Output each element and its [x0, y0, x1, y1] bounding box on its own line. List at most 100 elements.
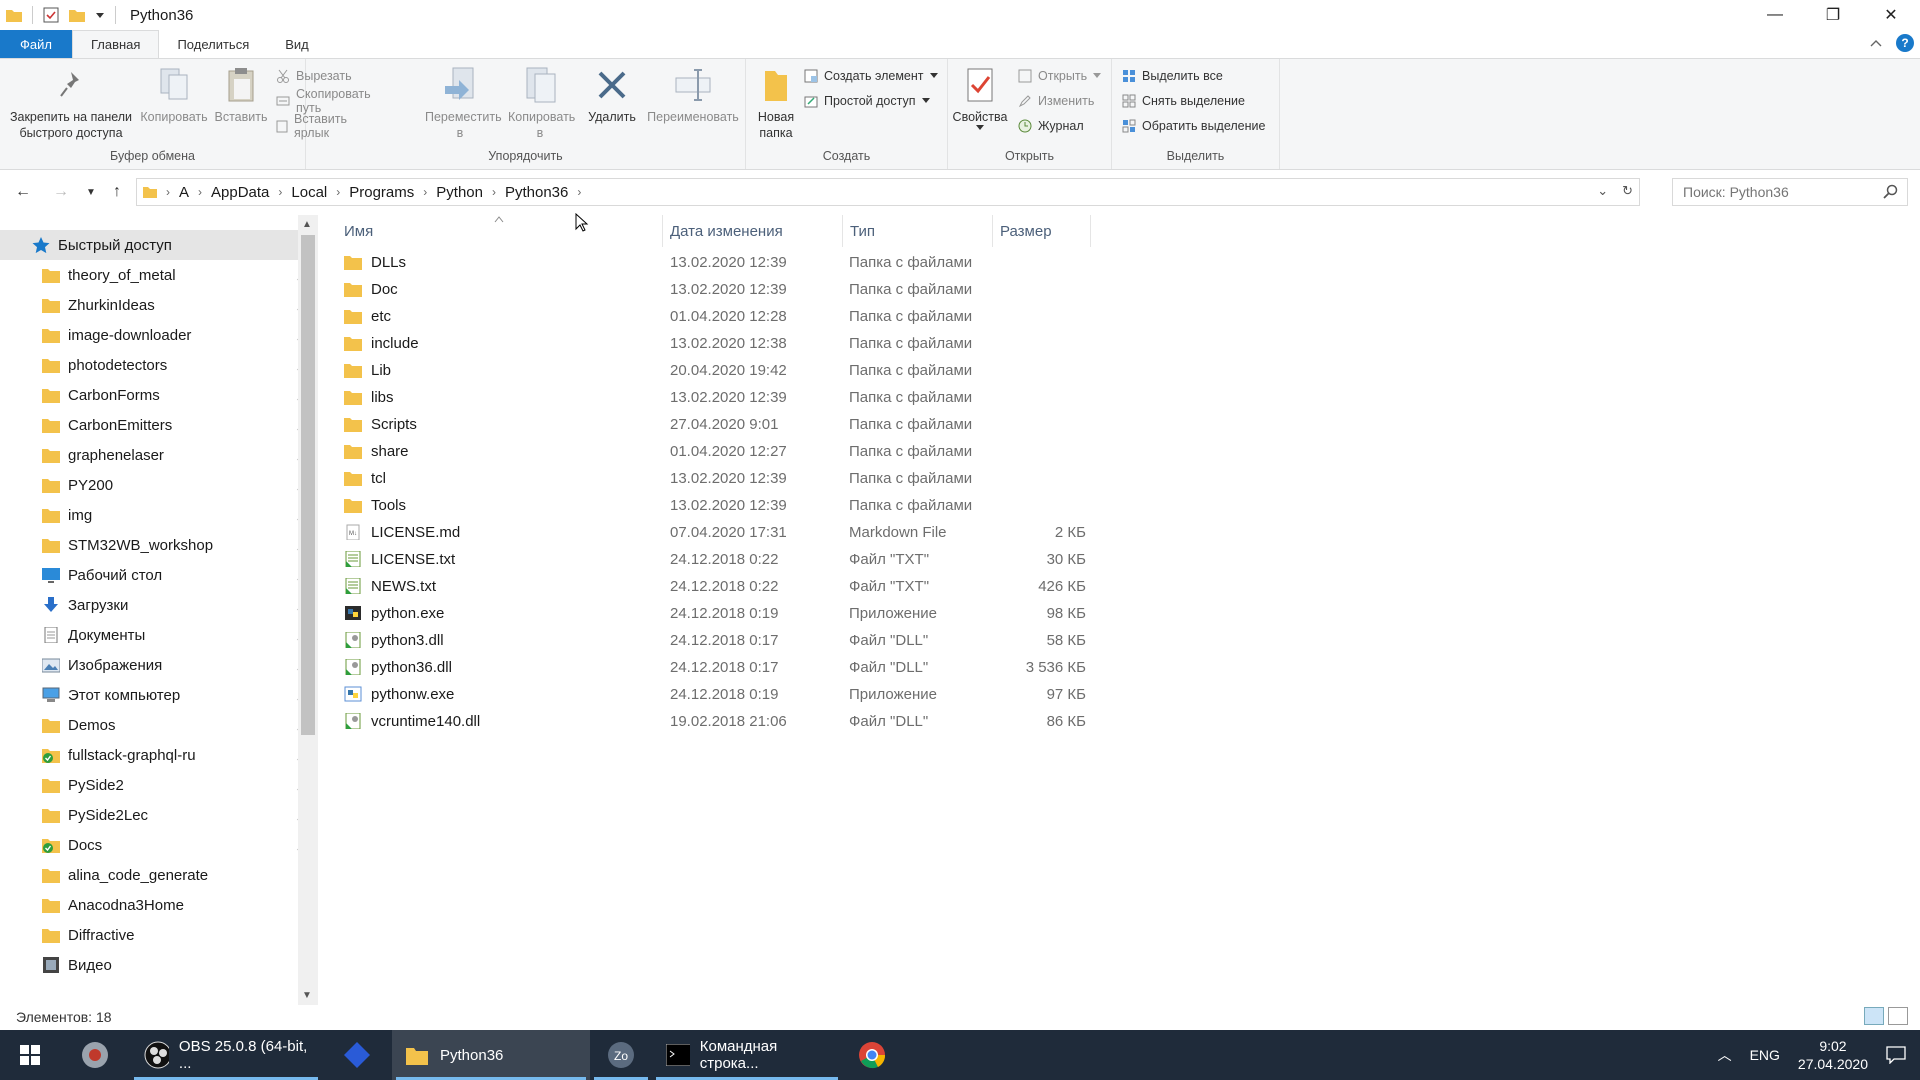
notifications-icon[interactable]	[1886, 1046, 1906, 1064]
sidebar-item[interactable]: ZhurkinIdeas📌	[0, 290, 318, 320]
table-row[interactable]: share 01.04.2020 12:27 Папка с файлами	[344, 438, 1424, 465]
scroll-up-icon[interactable]: ▲	[302, 219, 312, 230]
refresh-icon[interactable]: ↻	[1622, 183, 1633, 199]
nav-scrollbar[interactable]: ▲ ▼	[298, 215, 318, 1005]
table-row[interactable]: python3.dll 24.12.2018 0:17 Файл "DLL" 58 К…	[344, 627, 1424, 654]
table-row[interactable]: Lib 20.04.2020 19:42 Папка с файлами	[344, 357, 1424, 384]
sidebar-item[interactable]: CarbonEmitters📌	[0, 410, 318, 440]
sidebar-item[interactable]: fullstack-graphql-ru📌	[0, 740, 318, 770]
tab-home[interactable]: Главная	[71, 30, 160, 58]
pin-quick-access-button[interactable]: Закрепить на панели быстрого доступа	[6, 65, 136, 141]
table-row[interactable]: Scripts 27.04.2020 9:01 Папка с файлами	[344, 411, 1424, 438]
help-icon[interactable]: ?	[1896, 34, 1914, 52]
easy-access-button[interactable]: Простой доступ	[804, 90, 930, 112]
table-row[interactable]: LICENSE.txt 24.12.2018 0:22 Файл "TXT" 30 К…	[344, 546, 1424, 573]
address-bar[interactable]: › A › AppData › Local › Programs › Pytho…	[136, 178, 1640, 206]
table-row[interactable]: tcl 13.02.2020 12:39 Папка с файлами	[344, 465, 1424, 492]
forward-button[interactable]: →	[50, 181, 72, 203]
sidebar-item[interactable]: alina_code_generate	[0, 860, 318, 890]
sidebar-item[interactable]: Demos📌	[0, 710, 318, 740]
restore-button[interactable]: ❐	[1804, 0, 1862, 30]
back-button[interactable]: ←	[12, 181, 34, 203]
taskbar-cmd-button[interactable]: Командная строка...	[652, 1030, 842, 1080]
tab-share[interactable]: Поделиться	[159, 30, 267, 58]
scroll-down-icon[interactable]: ▼	[302, 990, 312, 1001]
tray-chevron-up-icon[interactable]: ︿	[1718, 1045, 1732, 1065]
new-item-button[interactable]: Создать элемент	[804, 65, 938, 87]
chevron-right-icon[interactable]: ›	[489, 185, 499, 199]
table-row[interactable]: vcruntime140.dll 19.02.2018 21:06 Файл "DL…	[344, 708, 1424, 735]
taskbar-zoom-button[interactable]: Zo	[590, 1030, 652, 1080]
table-row[interactable]: M↓ LICENSE.md 07.04.2020 17:31 Markdown Fil…	[344, 519, 1424, 546]
sidebar-item[interactable]: Видео	[0, 950, 318, 980]
sidebar-item[interactable]: Anacodna3Home	[0, 890, 318, 920]
search-box[interactable]	[1672, 178, 1908, 206]
sidebar-item[interactable]: Документы📌	[0, 620, 318, 650]
breadcrumb-item[interactable]: Python36	[499, 184, 574, 201]
properties-button[interactable]: Свойства	[952, 65, 1008, 131]
sidebar-item[interactable]: Diffractive	[0, 920, 318, 950]
sidebar-item[interactable]: Быстрый доступ	[0, 230, 318, 260]
table-row[interactable]: DLLs 13.02.2020 12:39 Папка с файлами	[344, 249, 1424, 276]
new-folder-icon[interactable]	[69, 8, 85, 22]
table-row[interactable]: include 13.02.2020 12:38 Папка с файлами	[344, 330, 1424, 357]
details-view-button[interactable]	[1864, 1007, 1884, 1025]
search-input[interactable]	[1683, 184, 1873, 200]
tab-view[interactable]: Вид	[267, 30, 327, 58]
minimize-button[interactable]: —	[1746, 0, 1804, 30]
sidebar-item[interactable]: Docs📌	[0, 830, 318, 860]
select-none-button[interactable]: Снять выделение	[1122, 90, 1245, 112]
start-button[interactable]	[0, 1030, 60, 1080]
tab-file[interactable]: Файл	[0, 30, 72, 58]
table-row[interactable]: pythonw.exe 24.12.2018 0:19 Приложение 97 К…	[344, 681, 1424, 708]
qat-dropdown-icon[interactable]	[95, 10, 105, 20]
chevron-right-icon[interactable]: ›	[195, 185, 205, 199]
sidebar-item[interactable]: Этот компьютер📌	[0, 680, 318, 710]
column-divider[interactable]	[662, 215, 663, 247]
close-button[interactable]: ✕	[1862, 0, 1920, 30]
taskbar-chrome-button[interactable]	[842, 1030, 902, 1080]
chevron-right-icon[interactable]: ›	[333, 185, 343, 199]
invert-selection-button[interactable]: Обратить выделение	[1122, 115, 1265, 137]
scroll-thumb[interactable]	[301, 235, 315, 735]
sidebar-item[interactable]: Изображения📌	[0, 650, 318, 680]
collapse-ribbon-icon[interactable]	[1870, 38, 1882, 48]
sidebar-item[interactable]: PY200📌	[0, 470, 318, 500]
address-dropdown-icon[interactable]: ⌄	[1597, 183, 1608, 199]
breadcrumb-item[interactable]: Python	[430, 184, 489, 201]
delete-button[interactable]: Удалить	[584, 65, 640, 125]
sidebar-item[interactable]: PySide2Lec📌	[0, 800, 318, 830]
taskbar-app-button[interactable]	[322, 1030, 392, 1080]
table-row[interactable]: etc 01.04.2020 12:28 Папка с файлами	[344, 303, 1424, 330]
taskbar-obs-button[interactable]: OBS 25.0.8 (64-bit, ...	[130, 1030, 322, 1080]
sidebar-item[interactable]: STM32WB_workshop📌	[0, 530, 318, 560]
sidebar-item[interactable]: photodetectors📌	[0, 350, 318, 380]
chevron-right-icon[interactable]: ›	[420, 185, 430, 199]
sidebar-item[interactable]: image-downloader📌	[0, 320, 318, 350]
sidebar-item[interactable]: CarbonForms📌	[0, 380, 318, 410]
rename-button[interactable]: Переименовать	[640, 65, 746, 125]
move-to-button[interactable]: Переместить в	[420, 65, 502, 141]
chevron-right-icon[interactable]: ›	[574, 185, 584, 199]
search-icon[interactable]	[1883, 184, 1899, 200]
edit-button[interactable]: Изменить	[1018, 90, 1094, 112]
breadcrumb-item[interactable]: Local	[285, 184, 333, 201]
copy-to-button[interactable]: Копировать в	[500, 65, 580, 141]
column-divider[interactable]	[842, 215, 843, 247]
column-header-size[interactable]: Размер	[1000, 215, 1052, 247]
breadcrumb-item[interactable]: Programs	[343, 184, 420, 201]
breadcrumb-item[interactable]: A	[173, 184, 195, 201]
chevron-right-icon[interactable]: ›	[275, 185, 285, 199]
select-all-button[interactable]: Выделить все	[1122, 65, 1223, 87]
taskbar-explorer-button[interactable]: Python36	[392, 1030, 590, 1080]
copy-button[interactable]: Копировать	[138, 65, 210, 125]
table-row[interactable]: libs 13.02.2020 12:39 Папка с файлами	[344, 384, 1424, 411]
properties-check-icon[interactable]	[43, 7, 59, 23]
sidebar-item[interactable]: Загрузки📌	[0, 590, 318, 620]
new-folder-button[interactable]: Новая папка	[750, 65, 802, 141]
table-row[interactable]: Tools 13.02.2020 12:39 Папка с файлами	[344, 492, 1424, 519]
paste-button[interactable]: Вставить	[210, 65, 272, 125]
open-button[interactable]: Открыть	[1018, 65, 1102, 87]
column-header-type[interactable]: Тип	[850, 215, 875, 247]
large-icons-view-button[interactable]	[1888, 1007, 1908, 1025]
